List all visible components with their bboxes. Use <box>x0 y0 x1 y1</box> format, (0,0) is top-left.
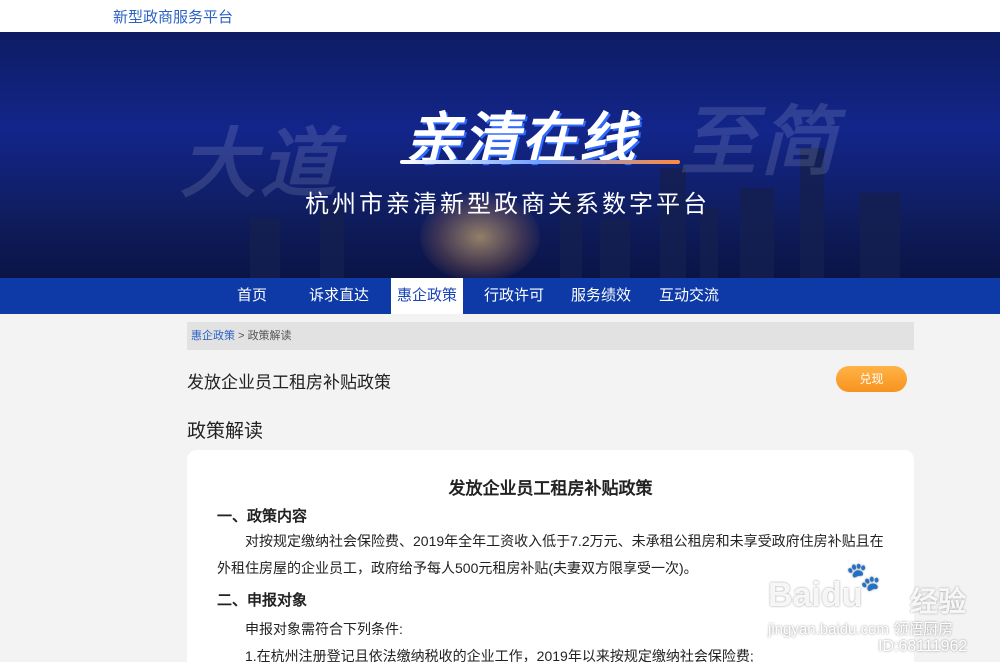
nav-item-interaction[interactable]: 互动交流 <box>648 278 730 314</box>
breadcrumb-current: 政策解读 <box>247 330 292 342</box>
nav-item-policies[interactable]: 惠企政策 <box>391 278 463 314</box>
paw-icon: 🐾 <box>846 561 881 592</box>
watermark-jingyan: 经验 <box>910 586 967 617</box>
nav-item-performance[interactable]: 服务绩效 <box>562 278 640 314</box>
section-title: 政策解读 <box>187 421 264 442</box>
banner-building <box>860 193 900 278</box>
policy-title: 发放企业员工租房补贴政策 <box>187 373 391 392</box>
top-bar: 新型政商服务平台 <box>0 0 1000 32</box>
banner-subtitle: 杭州市亲清新型政商关系数字平台 <box>305 190 710 218</box>
document-heading-target: 二、申报对象 <box>217 592 308 609</box>
nav-item-home[interactable]: 首页 <box>222 278 282 314</box>
watermark-id: ID:68111962 <box>878 638 968 655</box>
watermark-url: jingyan.baidu.com 领悟厨房 <box>768 621 954 638</box>
banner-building <box>250 218 280 278</box>
baidu-jingyan-watermark: Baidu 🐾 经验 jingyan.baidu.com 领悟厨房 ID:681… <box>768 560 1000 662</box>
document-heading-content: 一、政策内容 <box>217 508 308 525</box>
banner-building <box>600 218 630 278</box>
hero-banner: 大道 至简 亲清在线 杭州市亲清新型政商关系数字平台 <box>0 32 1000 278</box>
document-paragraph: 1.在杭州注册登记且依法缴纳税收的企业工作，2019年以来按规定缴纳社会保险费; <box>245 648 754 662</box>
breadcrumb-link[interactable]: 惠企政策 <box>191 330 235 342</box>
nav-item-permits[interactable]: 行政许可 <box>474 278 554 314</box>
redeem-button[interactable]: 兑现 <box>836 366 907 392</box>
main-nav: 首页 诉求直达 惠企政策 行政许可 服务绩效 互动交流 <box>0 278 1000 314</box>
breadcrumb: 惠企政策 > 政策解读 <box>187 322 914 350</box>
document-paragraph: 申报对象需符合下列条件: <box>245 621 403 637</box>
breadcrumb-separator: > <box>238 330 245 342</box>
banner-building <box>740 188 774 278</box>
nav-item-appeals[interactable]: 诉求直达 <box>298 278 380 314</box>
banner-ghost-text-right: 至简 <box>680 97 840 186</box>
banner-logo-stripe <box>400 160 680 164</box>
document-title: 发放企业员工租房补贴政策 <box>448 479 653 499</box>
site-name-link[interactable]: 新型政商服务平台 <box>113 6 233 27</box>
